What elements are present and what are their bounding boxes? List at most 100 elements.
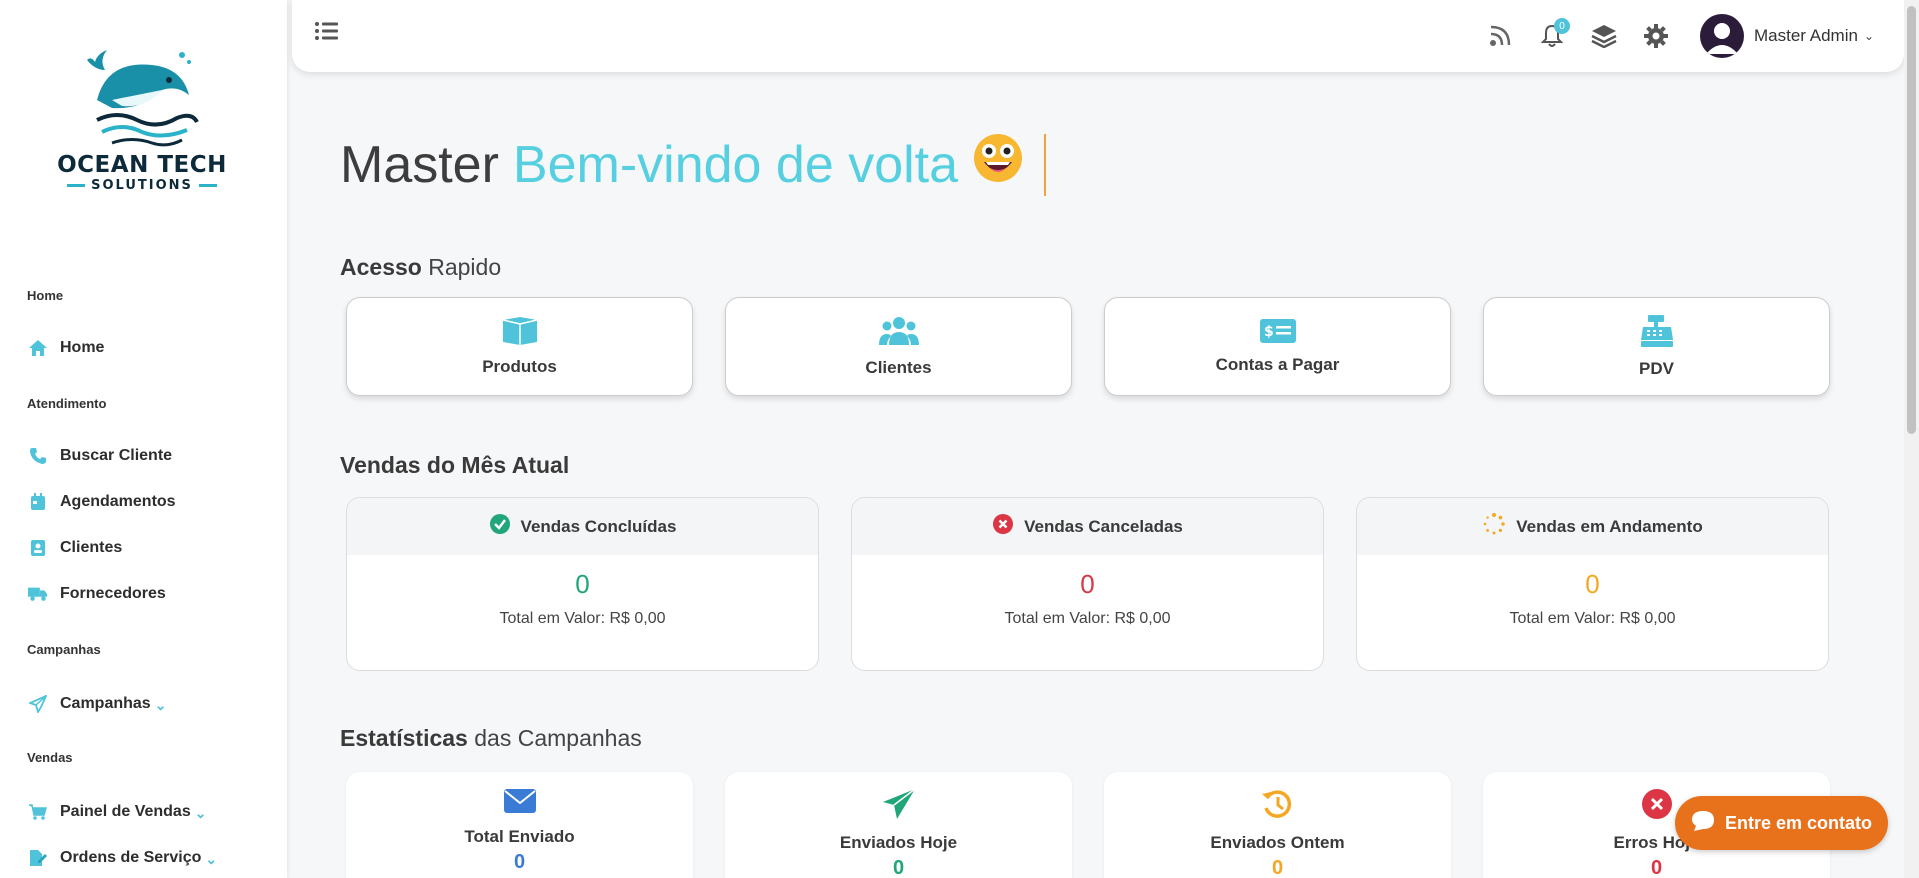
sales-card-total: Total em Valor: R$ 0,00	[1509, 610, 1676, 627]
company-logo[interactable]: OCEAN TECH SOLUTIONS	[52, 40, 232, 210]
layers-icon[interactable]	[1582, 14, 1626, 58]
quick-access-label: Produtos	[482, 357, 557, 376]
paper-plane-icon	[28, 694, 48, 714]
svg-text:$: $	[1264, 324, 1274, 340]
campaign-card-enviados-hoje: Enviados Hoje 0	[725, 772, 1072, 878]
cash-register-icon	[1640, 314, 1674, 353]
sidebar-item-agendamentos[interactable]: Agendamentos	[28, 492, 176, 512]
quick-access-contas-a-pagar[interactable]: $ Contas a Pagar	[1104, 297, 1451, 396]
nav-section-atendimento: Atendimento	[27, 396, 107, 411]
sales-card-total: Total em Valor: R$ 0,00	[499, 610, 666, 627]
sidebar-item-home[interactable]: Home	[28, 338, 104, 358]
user-name: Master Admin	[1754, 26, 1858, 45]
campaign-card-total-enviado: Total Enviado 0	[346, 772, 693, 878]
document-edit-icon	[28, 848, 48, 868]
scrollbar-thumb[interactable]	[1907, 6, 1916, 434]
typing-cursor	[1044, 133, 1047, 196]
campaign-card-label: Enviados Ontem	[1210, 833, 1345, 852]
quick-access-produtos[interactable]: Produtos	[346, 297, 693, 396]
notification-bell-button[interactable]: 0	[1530, 14, 1574, 58]
chevron-down-icon: ⌄	[154, 697, 167, 713]
logo-text-primary: OCEAN TECH	[57, 152, 227, 178]
sidebar-item-label: Home	[60, 339, 105, 356]
sales-card-canceladas: Vendas Canceladas 0 Total em Valor: R$ 0…	[851, 497, 1324, 671]
campaign-card-label: Total Enviado	[464, 827, 575, 846]
nav-section-home: Home	[27, 288, 64, 303]
sales-card-concluidas: Vendas Concluídas 0 Total em Valor: R$ 0…	[346, 497, 819, 671]
page-scrollbar[interactable]	[1904, 0, 1919, 878]
campaign-card-enviados-ontem: Enviados Ontem 0	[1104, 772, 1451, 878]
sales-card-label: Vendas Concluídas	[520, 516, 677, 536]
quick-access-label: PDV	[1639, 359, 1674, 378]
cart-icon	[28, 802, 48, 822]
gear-icon[interactable]	[1634, 14, 1678, 58]
quick-access-clientes[interactable]: Clientes	[725, 297, 1072, 396]
welcome-message: Bem-vindo de volta	[512, 135, 959, 194]
topbar: 0 Master Admin ⌄	[292, 0, 1904, 72]
notification-badge: 0	[1554, 18, 1570, 34]
contact-card-icon	[28, 538, 48, 558]
sales-card-em-andamento: Vendas em Andamento 0 Total em Valor: R$…	[1356, 497, 1829, 671]
rss-icon[interactable]	[1478, 14, 1522, 58]
sales-card-total: Total em Valor: R$ 0,00	[1004, 610, 1171, 627]
money-bill-icon: $	[1259, 318, 1297, 349]
campaign-card-value: 0	[1650, 857, 1663, 878]
quick-access-label: Contas a Pagar	[1215, 355, 1340, 374]
sales-card-label: Vendas Canceladas	[1024, 516, 1183, 536]
history-icon	[1261, 788, 1295, 825]
sidebar-item-ordens-de-servico[interactable]: Ordens de Serviço ⌄	[28, 847, 217, 868]
truck-icon	[28, 584, 48, 604]
sidebar: OCEAN TECH SOLUTIONS Home Home Atendimen…	[0, 0, 287, 878]
user-menu[interactable]: Master Admin ⌄	[1700, 14, 1874, 58]
users-icon	[878, 315, 920, 352]
sales-card-value: 0	[1080, 569, 1095, 599]
home-icon	[28, 338, 48, 358]
paper-plane-icon	[882, 788, 916, 825]
avatar	[1700, 14, 1744, 58]
sidebar-item-label: Buscar Cliente	[60, 447, 173, 464]
envelope-icon	[503, 788, 537, 819]
quick-access-pdv[interactable]: PDV	[1483, 297, 1830, 396]
sales-title: Vendas do Mês Atual	[340, 452, 570, 478]
campaign-card-value: 0	[513, 851, 526, 873]
chevron-down-icon: ⌄	[1863, 29, 1874, 43]
campaign-card-label: Enviados Hoje	[839, 833, 958, 852]
campaign-stats-title: Estatísticas das Campanhas	[340, 725, 642, 751]
welcome-name: Master	[340, 135, 499, 194]
contact-button[interactable]: Entre em contato	[1675, 796, 1888, 850]
sales-card-label: Vendas em Andamento	[1516, 516, 1703, 536]
quick-access-title: Acesso Rapido	[340, 254, 502, 280]
menu-toggle-icon[interactable]	[314, 20, 338, 47]
nav-section-vendas: Vendas	[27, 750, 73, 765]
campaign-card-value: 0	[1271, 857, 1284, 878]
sidebar-item-label: Painel de Vendas	[60, 802, 191, 820]
sales-card-value: 0	[1585, 569, 1600, 599]
chat-bubble-icon	[1691, 810, 1715, 837]
sidebar-item-buscar-cliente[interactable]: Buscar Cliente	[28, 446, 172, 466]
sidebar-item-label: Agendamentos	[60, 493, 176, 510]
x-circle-icon	[1641, 788, 1673, 825]
sidebar-item-fornecedores[interactable]: Fornecedores	[28, 584, 166, 604]
chevron-down-icon: ⌄	[194, 805, 207, 821]
sidebar-item-clientes[interactable]: Clientes	[28, 538, 122, 558]
sidebar-item-label: Campanhas	[60, 694, 151, 712]
logo-text-secondary: SOLUTIONS	[52, 178, 232, 193]
sidebar-item-label: Ordens de Serviço	[60, 848, 202, 866]
whale-logo-icon	[87, 50, 199, 147]
calendar-icon	[28, 492, 48, 512]
sales-card-value: 0	[575, 569, 590, 599]
campaign-card-value: 0	[892, 857, 905, 878]
box-icon	[501, 316, 539, 351]
phone-icon	[28, 446, 48, 466]
welcome-heading: Master Bem-vindo de volta	[340, 132, 1047, 197]
nav-section-campanhas: Campanhas	[27, 642, 101, 657]
chevron-down-icon: ⌄	[205, 851, 218, 867]
contact-button-label: Entre em contato	[1724, 812, 1873, 833]
sidebar-item-label: Fornecedores	[60, 585, 166, 602]
sidebar-item-campanhas[interactable]: Campanhas ⌄	[28, 693, 166, 714]
sidebar-item-painel-de-vendas[interactable]: Painel de Vendas ⌄	[28, 801, 206, 822]
quick-access-label: Clientes	[865, 358, 932, 377]
grinning-emoji-icon	[972, 132, 1024, 197]
check-circle-icon	[489, 513, 511, 540]
x-circle-icon	[992, 513, 1014, 540]
